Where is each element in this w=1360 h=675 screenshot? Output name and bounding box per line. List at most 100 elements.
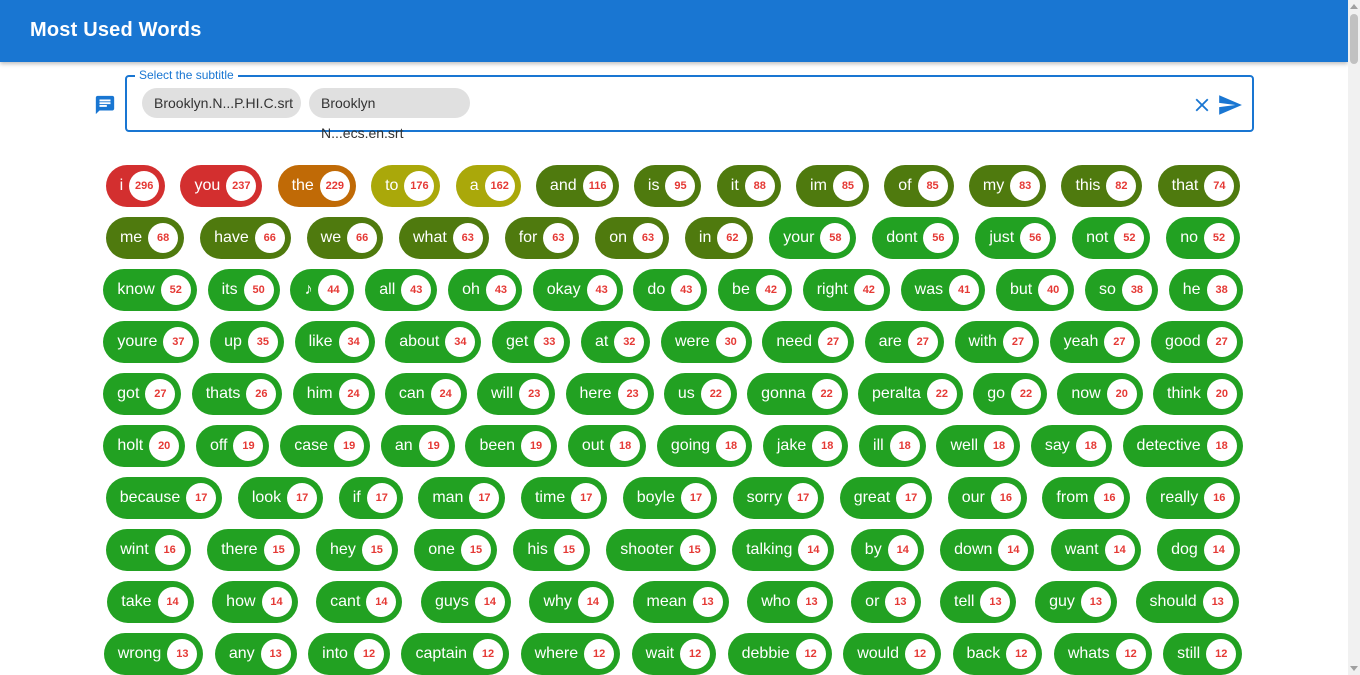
word-chip[interactable]: go 22 — [973, 373, 1048, 415]
word-chip[interactable]: gonna 22 — [747, 373, 848, 415]
word-chip[interactable]: been 19 — [465, 425, 558, 467]
word-chip[interactable]: guys 14 — [421, 581, 511, 623]
scroll-thumb[interactable] — [1350, 14, 1358, 64]
word-chip[interactable]: here 23 — [565, 373, 654, 415]
word-chip[interactable]: youre 37 — [103, 321, 200, 363]
word-chip[interactable]: still 12 — [1163, 633, 1243, 675]
word-chip[interactable]: our 16 — [947, 477, 1027, 519]
word-chip[interactable]: no 52 — [1166, 217, 1241, 259]
word-chip[interactable]: got 27 — [103, 373, 182, 415]
word-chip[interactable]: my 83 — [968, 165, 1047, 207]
word-chip[interactable]: an 19 — [380, 425, 455, 467]
word-chip[interactable]: can 24 — [384, 373, 467, 415]
word-chip[interactable]: will 23 — [476, 373, 556, 415]
word-chip[interactable]: know 52 — [103, 269, 197, 311]
word-chip[interactable]: how 14 — [212, 581, 298, 623]
scroll-up-arrow-icon[interactable] — [1350, 4, 1358, 9]
word-chip[interactable]: by 14 — [850, 529, 924, 571]
word-chip[interactable]: look 17 — [237, 477, 324, 519]
word-chip[interactable]: who 13 — [747, 581, 833, 623]
word-chip[interactable]: where 12 — [520, 633, 621, 675]
word-chip[interactable]: its 50 — [207, 269, 280, 311]
word-chip[interactable]: should 13 — [1135, 581, 1239, 623]
word-chip[interactable]: out 18 — [567, 425, 647, 467]
word-chip[interactable]: im 85 — [796, 165, 869, 207]
word-chip[interactable]: holt 20 — [103, 425, 186, 467]
word-chip[interactable]: be 42 — [718, 269, 792, 311]
word-chip[interactable]: ♪ 44 — [290, 269, 355, 311]
word-chip[interactable]: thats 26 — [191, 373, 283, 415]
word-chip[interactable]: ill 18 — [859, 425, 926, 467]
word-chip[interactable]: what 63 — [399, 217, 489, 259]
word-chip[interactable]: boyle 17 — [622, 477, 718, 519]
word-chip[interactable]: dog 14 — [1157, 529, 1240, 571]
word-chip[interactable]: cant 14 — [316, 581, 403, 623]
word-chip[interactable]: he 38 — [1168, 269, 1243, 311]
word-chip[interactable]: was 41 — [900, 269, 986, 311]
word-chip[interactable]: but 40 — [995, 269, 1075, 311]
word-chip[interactable]: hey 15 — [316, 529, 398, 571]
word-chip[interactable]: captain 12 — [401, 633, 510, 675]
word-chip[interactable]: back 12 — [952, 633, 1043, 675]
word-chip[interactable]: or 13 — [851, 581, 922, 623]
word-chip[interactable]: are 27 — [864, 321, 944, 363]
word-chip[interactable]: say 18 — [1030, 425, 1112, 467]
word-chip[interactable]: think 20 — [1153, 373, 1243, 415]
word-chip[interactable]: it 88 — [716, 165, 781, 207]
word-chip[interactable]: because 17 — [105, 477, 223, 519]
word-chip[interactable]: need 27 — [762, 321, 854, 363]
word-chip[interactable]: going 18 — [656, 425, 753, 467]
word-chip[interactable]: dont 56 — [872, 217, 960, 259]
word-chip[interactable]: for 63 — [504, 217, 580, 259]
word-chip[interactable]: not 52 — [1072, 217, 1151, 259]
word-chip[interactable]: yeah 27 — [1049, 321, 1141, 363]
word-chip[interactable]: really 16 — [1145, 477, 1241, 519]
word-chip[interactable]: mean 13 — [632, 581, 729, 623]
subtitle-chip-1[interactable]: Brooklyn.N...P.HI.C.srt — [142, 88, 301, 118]
word-chip[interactable]: down 14 — [940, 529, 1035, 571]
word-chip[interactable]: tell 13 — [940, 581, 1017, 623]
word-chip[interactable]: peralta 22 — [857, 373, 963, 415]
word-chip[interactable]: you 237 — [180, 165, 263, 207]
word-chip[interactable]: do 43 — [633, 269, 708, 311]
word-chip[interactable]: okay 43 — [532, 269, 623, 311]
word-chip[interactable]: his 15 — [513, 529, 590, 571]
word-chip[interactable]: now 20 — [1057, 373, 1143, 415]
subtitle-chip-2[interactable]: Brooklyn N...ecs.en.srt — [309, 88, 470, 141]
word-chip[interactable]: your 58 — [769, 217, 857, 259]
word-chip[interactable]: shooter 15 — [606, 529, 716, 571]
word-chip[interactable]: of 85 — [884, 165, 954, 207]
page-scrollbar[interactable] — [1348, 0, 1360, 675]
word-chip[interactable]: man 17 — [418, 477, 506, 519]
word-chip[interactable]: all 43 — [365, 269, 438, 311]
scroll-down-arrow-icon[interactable] — [1350, 666, 1358, 671]
word-chip[interactable]: we 66 — [306, 217, 384, 259]
word-chip[interactable]: well 18 — [936, 425, 1021, 467]
word-chip[interactable]: off 19 — [195, 425, 270, 467]
word-chip[interactable]: debbie 12 — [727, 633, 832, 675]
word-chip[interactable]: the 229 — [277, 165, 356, 207]
close-icon[interactable] — [1191, 94, 1213, 116]
word-chip[interactable]: why 14 — [529, 581, 614, 623]
word-chip[interactable]: him 24 — [292, 373, 375, 415]
word-chip[interactable]: from 16 — [1042, 477, 1131, 519]
word-chip[interactable]: good 27 — [1151, 321, 1243, 363]
word-chip[interactable]: and 116 — [535, 165, 619, 207]
word-chip[interactable]: one 15 — [414, 529, 497, 571]
word-chip[interactable]: us 22 — [663, 373, 737, 415]
word-chip[interactable]: on 63 — [595, 217, 670, 259]
word-chip[interactable]: if 17 — [338, 477, 403, 519]
word-chip[interactable]: great 17 — [839, 477, 933, 519]
word-chip[interactable]: right 42 — [802, 269, 890, 311]
word-chip[interactable]: to 176 — [371, 165, 441, 207]
word-chip[interactable]: there 15 — [207, 529, 300, 571]
word-chip[interactable]: any 13 — [214, 633, 297, 675]
word-chip[interactable]: is 95 — [633, 165, 702, 207]
word-chip[interactable]: wint 16 — [106, 529, 191, 571]
send-icon[interactable] — [1217, 92, 1243, 118]
word-chip[interactable]: up 35 — [210, 321, 284, 363]
word-chip[interactable]: that 74 — [1157, 165, 1241, 207]
word-chip[interactable]: with 27 — [954, 321, 1039, 363]
word-chip[interactable]: in 62 — [684, 217, 754, 259]
word-chip[interactable]: oh 43 — [448, 269, 522, 311]
